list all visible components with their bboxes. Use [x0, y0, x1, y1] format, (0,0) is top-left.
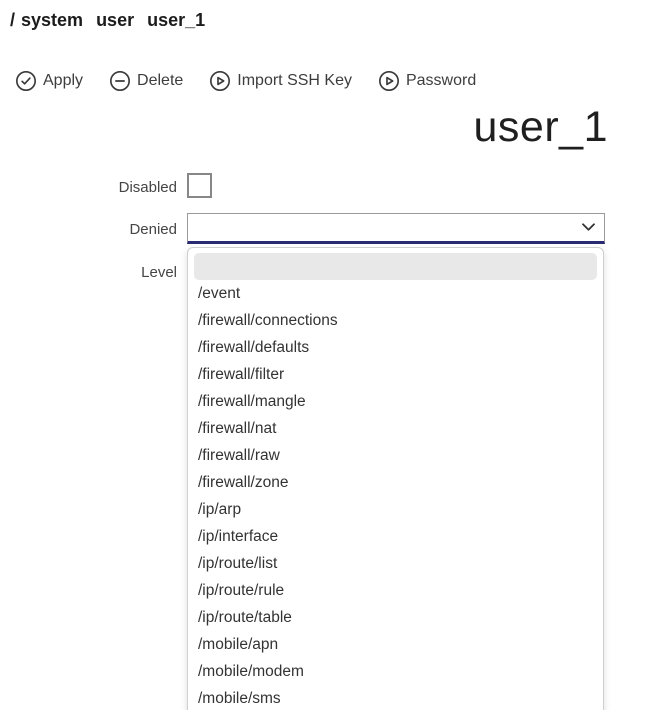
dropdown-option[interactable]: /firewall/connections: [188, 307, 603, 334]
dropdown-option[interactable]: /ip/route/rule: [188, 577, 603, 604]
breadcrumb-segment[interactable]: /: [10, 10, 15, 31]
dropdown-option[interactable]: /firewall/mangle: [188, 388, 603, 415]
dropdown-option[interactable]: /firewall/raw: [188, 442, 603, 469]
dropdown-option[interactable]: [194, 253, 597, 280]
page-title: user_1: [473, 103, 608, 151]
toolbar-button[interactable]: Apply: [15, 70, 83, 92]
breadcrumb-segment[interactable]: user: [96, 10, 134, 31]
disabled-label: Disabled: [118, 179, 177, 196]
toolbar-button[interactable]: Password: [378, 70, 476, 92]
play-circle-icon: [378, 71, 399, 91]
dropdown-option[interactable]: /firewall/defaults: [188, 334, 603, 361]
dropdown-option[interactable]: /ip/interface: [188, 523, 603, 550]
toolbar-button-label: Import SSH Key: [237, 72, 352, 89]
check-circle-icon: [16, 71, 36, 91]
denied-select-value: [188, 214, 604, 241]
dropdown-option[interactable]: /mobile/sms: [188, 685, 603, 710]
disabled-checkbox[interactable]: [187, 173, 212, 198]
toolbar: Apply Delete Import SSH Key Password: [15, 69, 476, 93]
dropdown-option[interactable]: /firewall/nat: [188, 415, 603, 442]
breadcrumb-segment[interactable]: system: [21, 10, 83, 31]
denied-select[interactable]: [187, 213, 605, 244]
breadcrumb-segment[interactable]: user_1: [147, 10, 205, 31]
toolbar-button[interactable]: Import SSH Key: [209, 70, 352, 92]
toolbar-button-label: Password: [405, 72, 477, 89]
dropdown-option[interactable]: /mobile/modem: [188, 658, 603, 685]
denied-dropdown-list: /event /firewall/connections /firewall/d…: [187, 247, 604, 710]
toolbar-button[interactable]: Delete: [109, 70, 183, 92]
play-circle-icon: [210, 71, 231, 91]
level-label: Level: [141, 264, 177, 281]
dropdown-option[interactable]: /mobile/apn: [188, 631, 603, 658]
dropdown-option[interactable]: /ip/route/list: [188, 550, 603, 577]
toolbar-button-label: Delete: [137, 72, 184, 89]
denied-label: Denied: [129, 221, 177, 238]
chevron-down-icon: [582, 222, 595, 231]
dropdown-option[interactable]: /firewall/zone: [188, 469, 603, 496]
dropdown-option[interactable]: /ip/arp: [188, 496, 603, 523]
minus-circle-icon: [110, 71, 131, 91]
user-settings-page: / system user user_1 Apply Delete Import…: [0, 0, 650, 710]
toolbar-button-label: Apply: [43, 72, 84, 89]
dropdown-option[interactable]: /event: [188, 280, 603, 307]
dropdown-option[interactable]: /ip/route/table: [188, 604, 603, 631]
dropdown-option[interactable]: /firewall/filter: [188, 361, 603, 388]
breadcrumb: / system user user_1: [10, 10, 205, 31]
